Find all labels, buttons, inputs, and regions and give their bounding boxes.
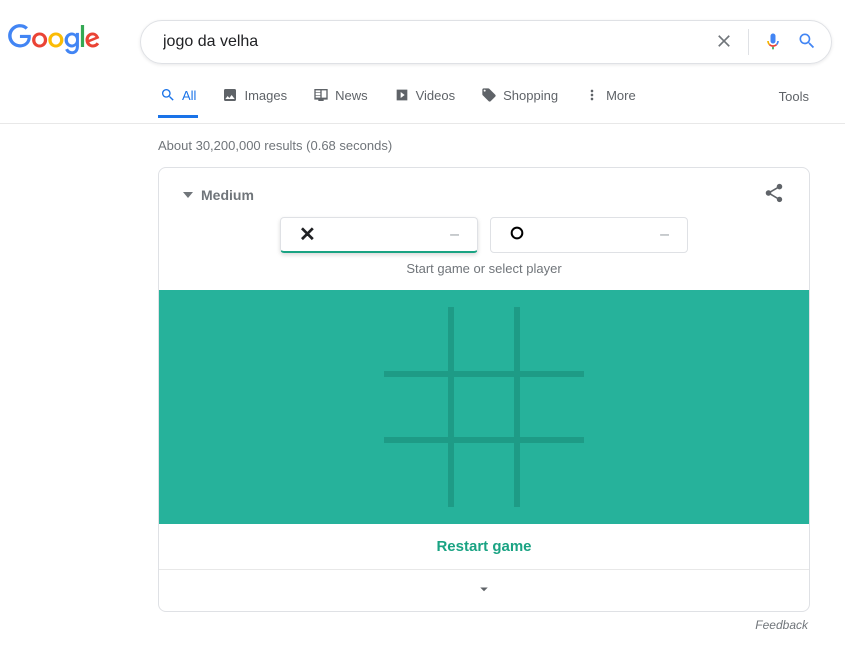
- share-icon[interactable]: [763, 182, 785, 207]
- tab-images[interactable]: Images: [220, 87, 289, 118]
- x-mark-icon: ✕: [299, 222, 316, 247]
- board-cell-8[interactable]: [520, 443, 584, 507]
- game-board: [159, 290, 809, 524]
- game-hint: Start game or select player: [159, 261, 809, 290]
- board-cell-1[interactable]: [452, 307, 516, 371]
- tab-label: News: [335, 88, 368, 103]
- tab-label: Images: [244, 88, 287, 103]
- google-logo[interactable]: [8, 24, 100, 55]
- difficulty-label: Medium: [201, 187, 254, 203]
- board-cell-7[interactable]: [452, 443, 516, 507]
- divider: [748, 29, 749, 55]
- difficulty-selector[interactable]: Medium: [183, 187, 254, 203]
- tab-label: Shopping: [503, 88, 558, 103]
- player-o-score: –: [660, 226, 669, 244]
- tab-more[interactable]: More: [582, 87, 638, 118]
- tab-shopping[interactable]: Shopping: [479, 87, 560, 118]
- feedback-link[interactable]: Feedback: [158, 612, 810, 638]
- tab-label: All: [182, 88, 196, 103]
- chevron-down-icon: [183, 190, 193, 200]
- tab-label: More: [606, 88, 636, 103]
- board-cell-5[interactable]: [520, 375, 584, 439]
- player-x-selector[interactable]: ✕ –: [280, 217, 478, 253]
- tab-label: Videos: [416, 88, 456, 103]
- player-x-score: –: [450, 226, 459, 244]
- player-o-selector[interactable]: –: [490, 217, 688, 253]
- board-cell-0[interactable]: [384, 307, 448, 371]
- tab-videos[interactable]: Videos: [392, 87, 458, 118]
- search-input[interactable]: [161, 32, 714, 52]
- result-stats: About 30,200,000 results (0.68 seconds): [158, 138, 845, 153]
- restart-button[interactable]: Restart game: [436, 538, 531, 555]
- chevron-down-icon: [475, 580, 493, 598]
- o-mark-icon: [509, 224, 525, 247]
- tab-news[interactable]: News: [311, 87, 370, 118]
- board-cell-2[interactable]: [520, 307, 584, 371]
- expand-toggle[interactable]: [159, 570, 809, 611]
- search-icon[interactable]: [797, 31, 817, 54]
- tab-all[interactable]: All: [158, 87, 198, 118]
- board-cell-3[interactable]: [384, 375, 448, 439]
- mic-icon[interactable]: [763, 31, 783, 54]
- board-cell-6[interactable]: [384, 443, 448, 507]
- tools-button[interactable]: Tools: [779, 89, 845, 116]
- clear-icon[interactable]: [714, 31, 734, 54]
- search-box[interactable]: [140, 20, 832, 64]
- board-cell-4[interactable]: [452, 375, 516, 439]
- tic-tac-toe-card: Medium ✕ – – Start game or select player: [158, 167, 810, 612]
